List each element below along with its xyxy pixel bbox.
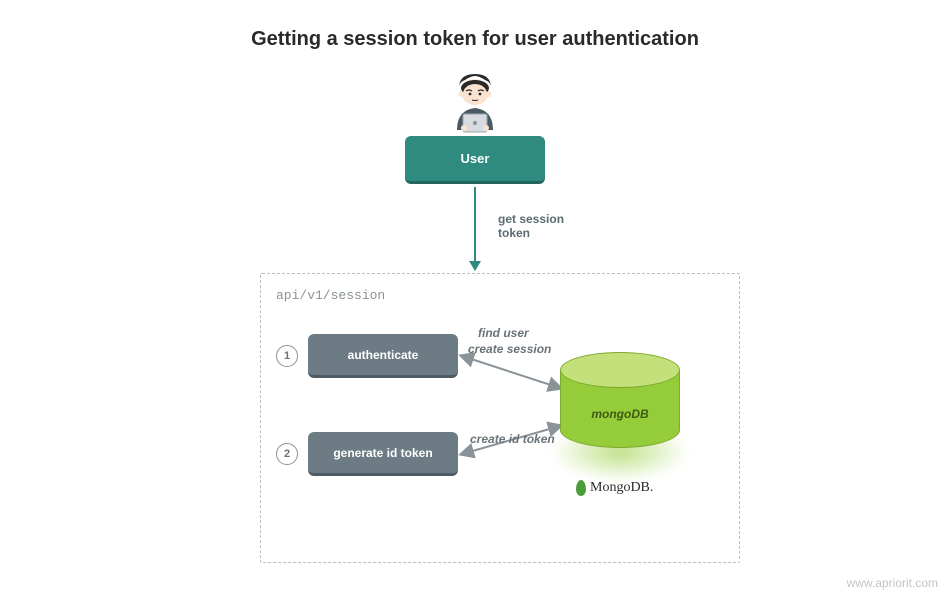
page-title: Getting a session token for user authent…: [0, 0, 950, 51]
connector-label-create-id-token: create id token: [470, 432, 555, 446]
mongodb-brand-text: MongoDB.: [590, 480, 653, 496]
arrow-user-to-api: [474, 187, 476, 270]
authenticate-node: authenticate: [308, 334, 458, 378]
mongodb-brand: MongoDB.: [576, 480, 676, 496]
watermark: www.apriorit.com: [847, 576, 938, 590]
connector-label-find-user: find user: [478, 326, 529, 340]
mongodb-leaf-icon: [576, 480, 586, 496]
step-badge-2: 2: [276, 443, 298, 465]
arrow-label-get-session-token: get session token: [498, 212, 564, 241]
database-cylinder-top-icon: [560, 352, 680, 388]
mongodb-cylinder-label: mongoDB: [591, 407, 648, 421]
api-path-label: api/v1/session: [276, 288, 385, 303]
generate-id-token-node: generate id token: [308, 432, 458, 476]
connector-label-create-session: create session: [468, 342, 551, 356]
user-node: User: [405, 136, 545, 184]
user-avatar-icon: [435, 70, 515, 140]
mongodb-node: mongoDB: [560, 352, 680, 472]
step-badge-1: 1: [276, 345, 298, 367]
